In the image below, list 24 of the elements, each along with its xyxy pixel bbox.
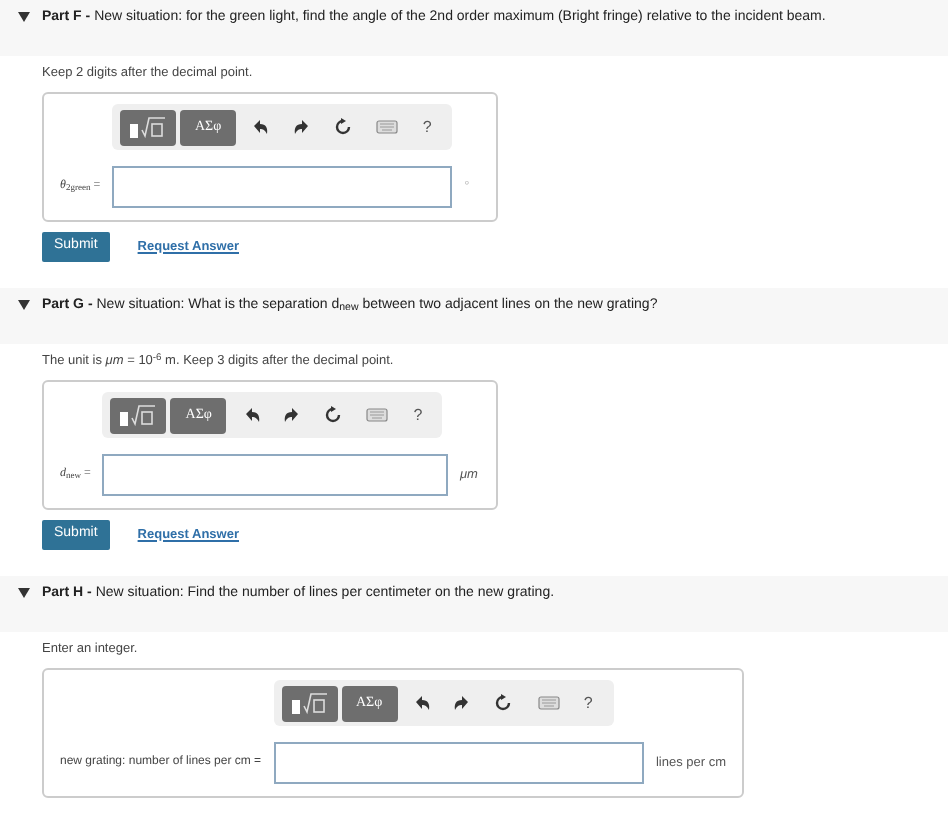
help-button[interactable]: ? bbox=[422, 115, 432, 139]
templates-button[interactable] bbox=[281, 685, 338, 721]
undo-icon[interactable] bbox=[252, 119, 269, 135]
redo-icon[interactable] bbox=[454, 695, 470, 711]
collapse-caret-icon[interactable] bbox=[18, 300, 30, 310]
templates-button[interactable] bbox=[110, 397, 167, 433]
undo-icon[interactable] bbox=[243, 407, 260, 423]
answer-input[interactable] bbox=[102, 454, 448, 496]
help-button[interactable]: ? bbox=[583, 691, 593, 715]
collapse-caret-icon[interactable] bbox=[18, 588, 30, 598]
fraction-root-icon bbox=[128, 115, 169, 139]
collapse-caret-icon[interactable] bbox=[18, 12, 30, 22]
reset-icon[interactable] bbox=[324, 406, 343, 424]
redo-icon[interactable] bbox=[293, 119, 310, 135]
templates-button[interactable] bbox=[120, 109, 177, 145]
fraction-root-icon bbox=[289, 691, 330, 715]
help-button[interactable]: ? bbox=[413, 403, 423, 427]
fraction-root-icon bbox=[118, 403, 159, 427]
reset-icon[interactable] bbox=[333, 118, 352, 136]
undo-icon[interactable] bbox=[413, 695, 430, 711]
answer-input[interactable] bbox=[112, 166, 453, 208]
redo-icon[interactable] bbox=[283, 407, 300, 423]
reset-icon[interactable] bbox=[494, 694, 513, 712]
answer-input[interactable] bbox=[273, 742, 644, 784]
